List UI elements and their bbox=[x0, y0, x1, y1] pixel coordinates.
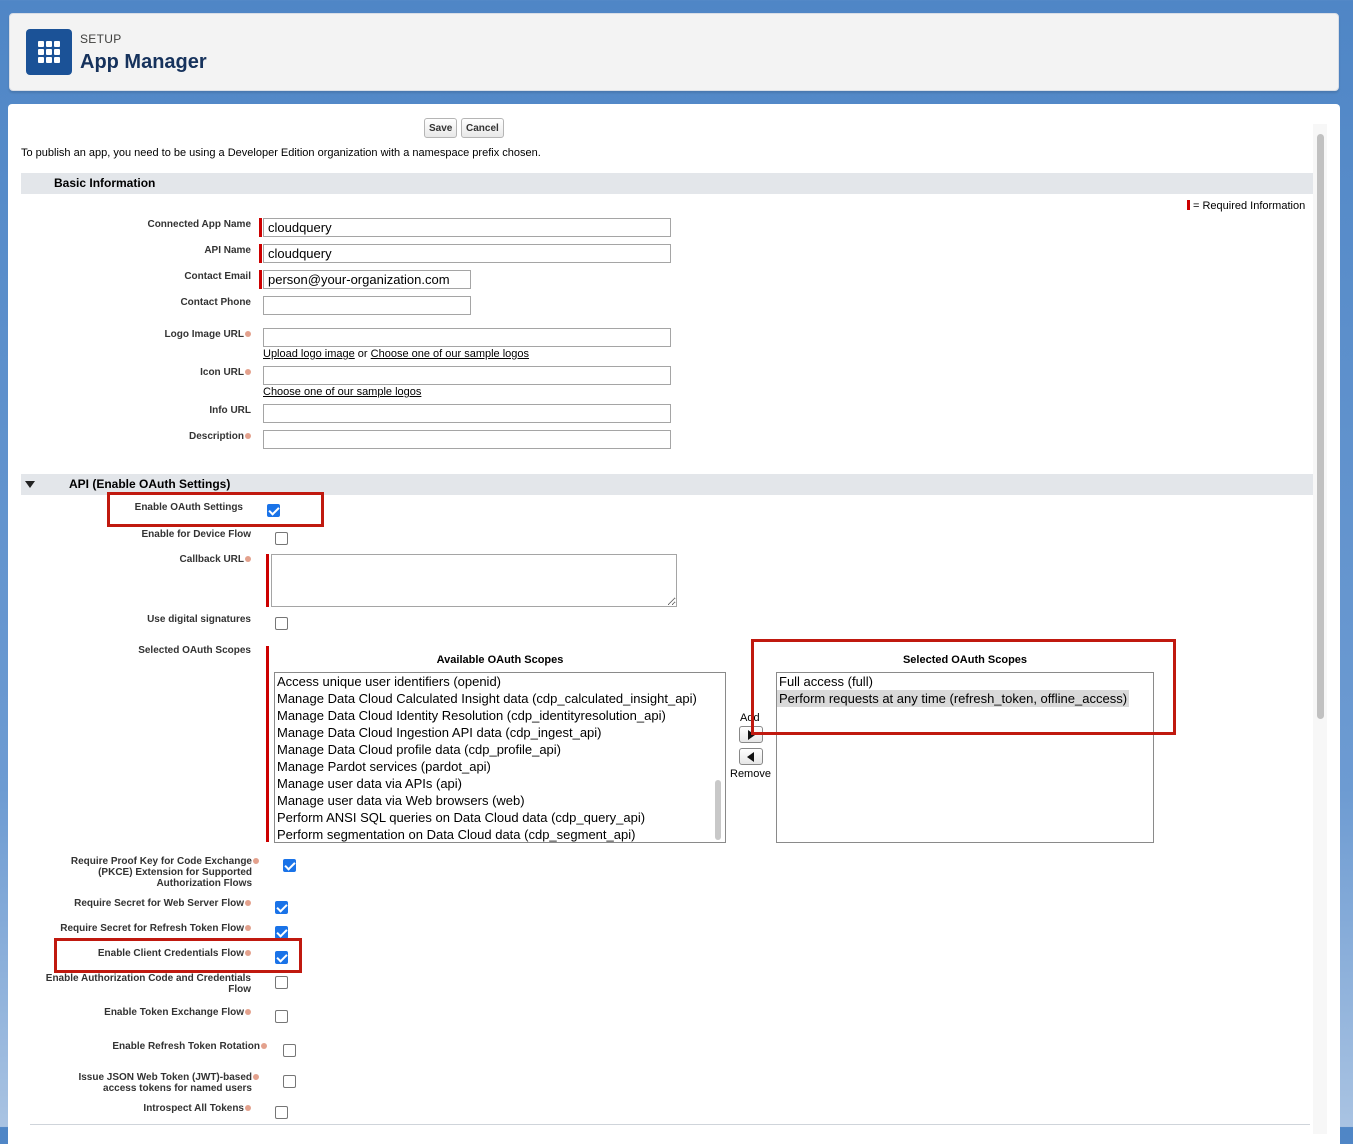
setup-label: SETUP bbox=[80, 32, 122, 46]
auth-code-credentials-label: Enable Authorization Code and Credential… bbox=[45, 973, 251, 995]
required-info-text: = Required Information bbox=[1193, 200, 1306, 212]
help-icon[interactable] bbox=[245, 369, 251, 375]
contact-phone-input[interactable] bbox=[263, 296, 471, 315]
section-title: API (Enable OAuth Settings) bbox=[69, 477, 231, 491]
help-icon[interactable] bbox=[245, 900, 251, 906]
info-url-input[interactable] bbox=[263, 404, 671, 423]
pkce-checkbox[interactable] bbox=[283, 859, 296, 872]
api-name-input[interactable] bbox=[263, 244, 671, 263]
app-form-panel: Save Cancel To publish an app, you need … bbox=[8, 104, 1340, 1144]
available-scopes-scrollbar[interactable] bbox=[715, 780, 721, 840]
description-input[interactable] bbox=[263, 430, 671, 449]
api-name-label: API Name bbox=[204, 245, 251, 256]
page-scrollbar-thumb[interactable] bbox=[1317, 134, 1324, 719]
cancel-button[interactable]: Cancel bbox=[461, 118, 504, 138]
choose-sample-logos-link[interactable]: Choose one of our sample logos bbox=[371, 348, 529, 360]
digital-signatures-checkbox[interactable] bbox=[275, 617, 288, 630]
contact-email-label: Contact Email bbox=[184, 271, 251, 282]
list-item[interactable]: Manage Data Cloud Identity Resolution (c… bbox=[275, 707, 725, 724]
logo-links: Upload logo image or Choose one of our s… bbox=[263, 348, 529, 360]
connected-app-name-input[interactable] bbox=[263, 218, 671, 237]
highlight-box bbox=[751, 639, 1176, 735]
contact-email-input[interactable] bbox=[263, 270, 471, 289]
icon-url-input[interactable] bbox=[263, 366, 671, 385]
help-icon[interactable] bbox=[245, 331, 251, 337]
list-item[interactable]: Manage Data Cloud Calculated Insight dat… bbox=[275, 690, 725, 707]
help-icon[interactable] bbox=[261, 1043, 267, 1049]
callback-url-textarea[interactable] bbox=[271, 554, 677, 607]
help-icon[interactable] bbox=[245, 925, 251, 931]
help-icon[interactable] bbox=[245, 556, 251, 562]
help-icon[interactable] bbox=[253, 858, 259, 864]
introspect-tokens-checkbox[interactable] bbox=[275, 1106, 288, 1119]
available-scopes-listbox[interactable]: Access unique user identifiers (openid) … bbox=[274, 672, 726, 843]
token-exchange-checkbox[interactable] bbox=[275, 1010, 288, 1023]
section-title: Basic Information bbox=[54, 176, 156, 190]
jwt-tokens-checkbox[interactable] bbox=[283, 1075, 296, 1088]
enable-oauth-checkbox[interactable] bbox=[267, 504, 280, 517]
secret-web-server-checkbox[interactable] bbox=[275, 901, 288, 914]
app-launcher-grid-icon[interactable] bbox=[26, 29, 72, 75]
required-marker bbox=[259, 270, 262, 289]
icon-url-label: Icon URL bbox=[200, 367, 251, 378]
required-marker bbox=[266, 554, 269, 607]
list-item[interactable]: Manage Data Cloud profile data (cdp_prof… bbox=[275, 741, 725, 758]
divider bbox=[30, 1124, 1310, 1125]
client-credentials-label: Enable Client Credentials Flow bbox=[98, 948, 251, 959]
token-exchange-label: Enable Token Exchange Flow bbox=[104, 1007, 251, 1018]
list-item[interactable]: Manage Pardot services (pardot_api) bbox=[275, 758, 725, 775]
list-item[interactable]: Manage user data via Web browsers (web) bbox=[275, 792, 725, 809]
help-icon[interactable] bbox=[245, 1009, 251, 1015]
pkce-label: Require Proof Key for Code Exchange (PKC… bbox=[71, 856, 259, 889]
refresh-rotation-checkbox[interactable] bbox=[283, 1044, 296, 1057]
list-item[interactable]: Perform ANSI SQL queries on Data Cloud d… bbox=[275, 809, 725, 826]
available-scopes-title: Available OAuth Scopes bbox=[436, 654, 564, 666]
required-marker bbox=[1187, 200, 1190, 210]
list-item[interactable]: Manage user data via APIs (api) bbox=[275, 775, 725, 792]
upload-logo-link[interactable]: Upload logo image bbox=[263, 348, 355, 360]
enable-oauth-label: Enable OAuth Settings bbox=[134, 502, 243, 513]
callback-url-label: Callback URL bbox=[180, 554, 251, 565]
basic-information-section: Basic Information bbox=[21, 173, 1313, 194]
required-marker bbox=[259, 218, 262, 237]
logo-image-url-input[interactable] bbox=[263, 328, 671, 347]
help-icon[interactable] bbox=[245, 1105, 251, 1111]
list-item[interactable]: Perform segmentation on Data Cloud data … bbox=[275, 826, 725, 842]
secret-refresh-label: Require Secret for Refresh Token Flow bbox=[60, 923, 251, 934]
help-icon[interactable] bbox=[253, 1074, 259, 1080]
description-label: Description bbox=[189, 431, 251, 442]
required-marker bbox=[259, 244, 262, 263]
choose-sample-logos-link-2[interactable]: Choose one of our sample logos bbox=[263, 386, 421, 398]
info-url-label: Info URL bbox=[209, 405, 251, 416]
introspect-tokens-label: Introspect All Tokens bbox=[143, 1103, 251, 1114]
required-info-legend: = Required Information bbox=[1187, 200, 1305, 212]
logo-image-url-label: Logo Image URL bbox=[165, 329, 251, 340]
secret-web-server-label: Require Secret for Web Server Flow bbox=[74, 898, 251, 909]
list-item[interactable]: Manage Data Cloud Ingestion API data (cd… bbox=[275, 724, 725, 741]
or-text: or bbox=[357, 348, 368, 360]
client-credentials-checkbox[interactable] bbox=[275, 951, 288, 964]
remove-arrow-button[interactable] bbox=[739, 748, 763, 765]
selected-oauth-scopes-label: Selected OAuth Scopes bbox=[138, 645, 251, 656]
publish-note: To publish an app, you need to be using … bbox=[21, 147, 541, 159]
jwt-tokens-label: Issue JSON Web Token (JWT)-based access … bbox=[78, 1072, 259, 1094]
icon-links: Choose one of our sample logos bbox=[263, 386, 421, 398]
save-button[interactable]: Save bbox=[424, 118, 458, 138]
help-icon[interactable] bbox=[245, 433, 251, 439]
connected-app-name-label: Connected App Name bbox=[147, 219, 251, 230]
digital-signatures-label: Use digital signatures bbox=[147, 614, 251, 625]
device-flow-label: Enable for Device Flow bbox=[141, 529, 251, 540]
collapse-triangle-icon[interactable] bbox=[25, 481, 35, 488]
device-flow-checkbox[interactable] bbox=[275, 532, 288, 545]
arrow-left-icon bbox=[747, 752, 754, 762]
remove-label: Remove bbox=[730, 768, 771, 780]
page-header: SETUP App Manager bbox=[9, 13, 1339, 91]
help-icon[interactable] bbox=[245, 950, 251, 956]
auth-code-credentials-checkbox[interactable] bbox=[275, 976, 288, 989]
page-title: App Manager bbox=[80, 51, 207, 73]
list-item[interactable]: Access unique user identifiers (openid) bbox=[275, 673, 725, 690]
contact-phone-label: Contact Phone bbox=[180, 297, 251, 308]
required-marker bbox=[266, 646, 269, 842]
refresh-rotation-label: Enable Refresh Token Rotation bbox=[112, 1041, 267, 1052]
